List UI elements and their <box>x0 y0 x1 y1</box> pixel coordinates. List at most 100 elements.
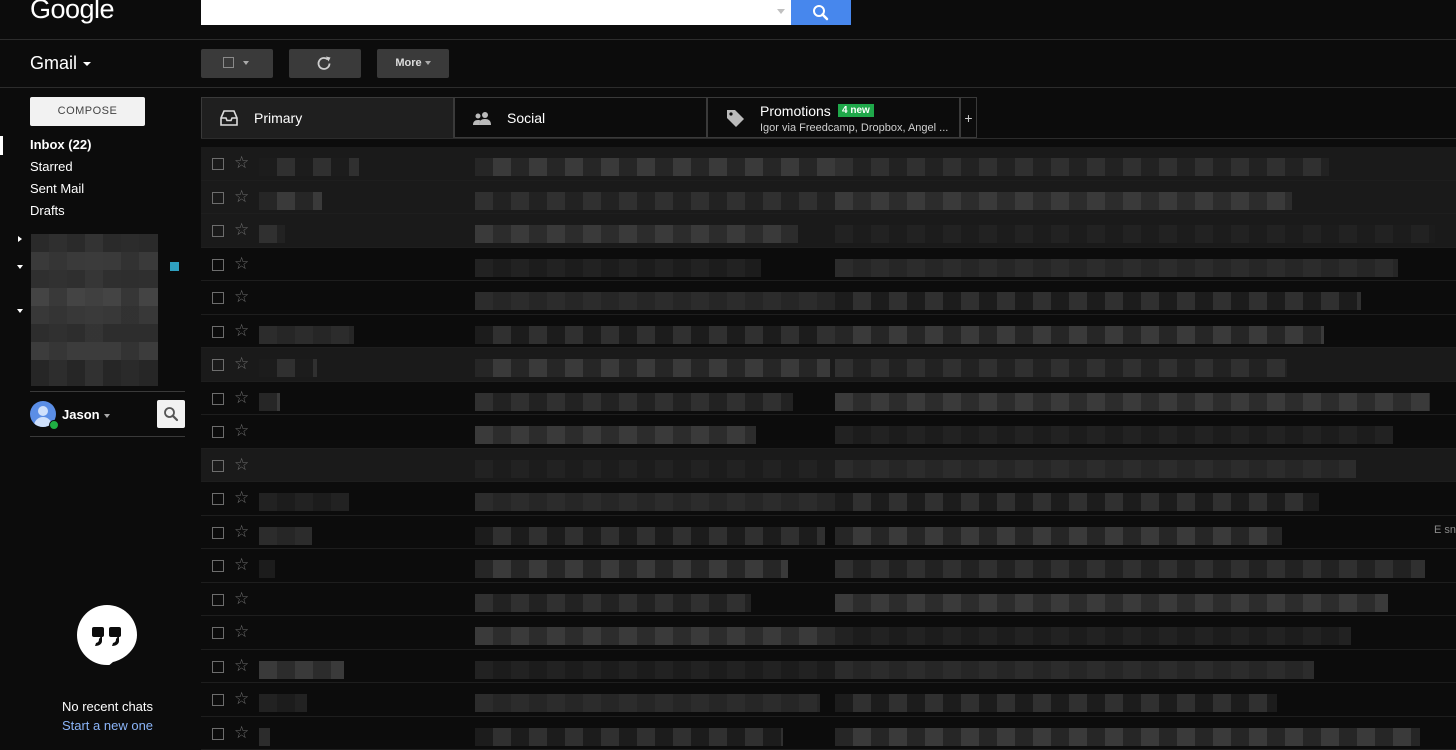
refresh-icon <box>289 49 361 78</box>
row-checkbox[interactable] <box>212 627 224 639</box>
sidebar-item-inbox[interactable]: Inbox (22) <box>30 136 91 158</box>
row-checkbox[interactable] <box>212 728 224 740</box>
star-icon[interactable]: ☆ <box>234 689 249 709</box>
sidebar-item-starred[interactable]: Starred <box>30 158 91 180</box>
row-checkbox[interactable] <box>212 493 224 505</box>
row-checkbox[interactable] <box>212 460 224 472</box>
star-icon[interactable]: ☆ <box>234 220 249 240</box>
row-checkbox[interactable] <box>212 192 224 204</box>
label-color-swatch <box>170 262 179 271</box>
row-checkbox[interactable] <box>212 359 224 371</box>
table-row[interactable]: ☆ <box>201 650 1456 684</box>
redacted-text <box>475 661 857 679</box>
chevron-down-icon <box>243 61 249 65</box>
table-row[interactable]: ☆ <box>201 449 1456 483</box>
redacted-text <box>835 158 1329 176</box>
redacted-text <box>835 326 1324 344</box>
redacted-text <box>835 259 1398 277</box>
hangouts-quote-icon <box>77 605 137 665</box>
compose-button[interactable]: COMPOSE <box>30 97 145 126</box>
tab-promotions[interactable]: Promotions 4 new Igor via Freedcamp, Dro… <box>707 97 960 138</box>
star-icon[interactable]: ☆ <box>234 622 249 642</box>
star-icon[interactable]: ☆ <box>234 254 249 274</box>
refresh-button[interactable] <box>289 49 361 78</box>
row-checkbox[interactable] <box>212 158 224 170</box>
table-row[interactable]: ☆ <box>201 181 1456 215</box>
gmail-label: Gmail <box>30 53 77 73</box>
star-icon[interactable]: ☆ <box>234 187 249 207</box>
search-button[interactable] <box>791 0 851 25</box>
table-row[interactable]: ☆ <box>201 415 1456 449</box>
row-checkbox[interactable] <box>212 694 224 706</box>
row-checkbox[interactable] <box>212 661 224 673</box>
star-icon[interactable]: ☆ <box>234 455 249 475</box>
star-icon[interactable]: ☆ <box>234 522 249 542</box>
divider <box>30 436 185 437</box>
collapse-icon[interactable] <box>17 309 23 313</box>
redacted-text <box>259 560 275 578</box>
search-icon <box>791 0 851 25</box>
table-row[interactable]: ☆ <box>201 315 1456 349</box>
star-icon[interactable]: ☆ <box>234 656 249 676</box>
redacted-text <box>475 225 798 243</box>
row-checkbox[interactable] <box>212 560 224 572</box>
row-checkbox[interactable] <box>212 426 224 438</box>
gmail-menu[interactable]: Gmail <box>30 53 91 74</box>
row-checkbox[interactable] <box>212 393 224 405</box>
table-row[interactable]: ☆ <box>201 214 1456 248</box>
table-row[interactable]: ☆ <box>201 382 1456 416</box>
star-icon[interactable]: ☆ <box>234 153 249 173</box>
row-checkbox[interactable] <box>212 225 224 237</box>
tab-primary[interactable]: Primary <box>201 97 454 138</box>
avatar-head <box>38 406 48 416</box>
table-row[interactable]: ☆ <box>201 717 1456 750</box>
star-icon[interactable]: ☆ <box>234 723 249 743</box>
add-tab-button[interactable]: + <box>960 97 977 138</box>
star-icon[interactable]: ☆ <box>234 354 249 374</box>
redacted-text <box>835 225 1435 243</box>
star-icon[interactable]: ☆ <box>234 421 249 441</box>
redacted-text <box>475 158 872 176</box>
table-row[interactable]: ☆ <box>201 683 1456 717</box>
search-input[interactable] <box>201 0 791 25</box>
redacted-text <box>259 359 317 377</box>
expand-icon[interactable] <box>18 236 22 242</box>
checkbox-icon <box>223 57 234 68</box>
row-checkbox[interactable] <box>212 326 224 338</box>
more-button[interactable]: More <box>377 49 449 78</box>
google-logo[interactable]: Google <box>30 0 114 25</box>
redacted-text <box>475 359 830 377</box>
table-row[interactable]: ☆ <box>201 583 1456 617</box>
table-row[interactable]: ☆ <box>201 281 1456 315</box>
star-icon[interactable]: ☆ <box>234 321 249 341</box>
star-icon[interactable]: ☆ <box>234 388 249 408</box>
tab-social[interactable]: Social <box>454 97 707 138</box>
start-new-chat-link[interactable]: Start a new one <box>30 718 185 733</box>
sidebar-item-drafts[interactable]: Drafts <box>30 202 91 224</box>
collapse-icon[interactable] <box>17 265 23 269</box>
table-row[interactable]: ☆ E sn <box>201 516 1456 550</box>
tab-promotions-senders: Igor via Freedcamp, Dropbox, Angel ... <box>760 122 948 134</box>
star-icon[interactable]: ☆ <box>234 287 249 307</box>
row-checkbox[interactable] <box>212 594 224 606</box>
hangouts-search-button[interactable] <box>157 400 185 428</box>
table-row[interactable]: ☆ <box>201 549 1456 583</box>
row-checkbox[interactable] <box>212 259 224 271</box>
table-row[interactable]: ☆ <box>201 482 1456 516</box>
redacted-text <box>475 728 783 746</box>
row-checkbox[interactable] <box>212 292 224 304</box>
sidebar-item-sent[interactable]: Sent Mail <box>30 180 91 202</box>
star-icon[interactable]: ☆ <box>234 555 249 575</box>
redacted-text <box>475 694 820 712</box>
select-all-button[interactable] <box>201 49 273 78</box>
hangouts-user-menu[interactable]: Jason <box>62 407 110 422</box>
row-checkbox[interactable] <box>212 527 224 539</box>
table-row[interactable]: ☆ <box>201 616 1456 650</box>
table-row[interactable]: ☆ <box>201 147 1456 181</box>
star-icon[interactable]: ☆ <box>234 589 249 609</box>
search-dropdown-icon[interactable] <box>777 9 785 14</box>
table-row[interactable]: ☆ <box>201 248 1456 282</box>
row-snippet-tail: E sn <box>1434 524 1456 536</box>
table-row[interactable]: ☆ <box>201 348 1456 382</box>
star-icon[interactable]: ☆ <box>234 488 249 508</box>
